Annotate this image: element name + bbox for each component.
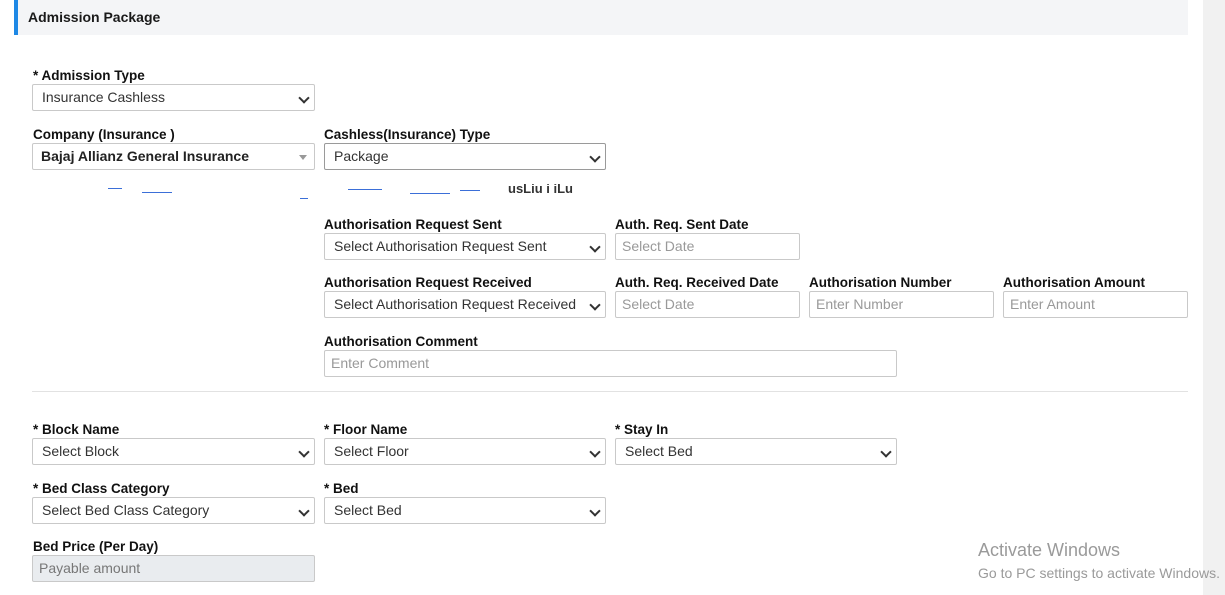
chevron-down-icon bbox=[589, 299, 601, 311]
admission-type-select[interactable]: Insurance Cashless bbox=[32, 84, 315, 111]
activation-watermark-subtitle: Go to PC settings to activate Windows. bbox=[978, 565, 1220, 581]
floor-value: Select Floor bbox=[334, 443, 409, 459]
floor-select[interactable]: Select Floor bbox=[324, 438, 606, 465]
block-value: Select Block bbox=[42, 443, 120, 459]
caret-down-icon bbox=[299, 155, 307, 160]
auth-sent-value: Select Authorisation Request Sent bbox=[334, 238, 547, 254]
cashless-type-select[interactable]: Package bbox=[324, 143, 606, 170]
chevron-down-icon bbox=[589, 505, 601, 517]
auth-sent-date-label: Auth. Req. Sent Date bbox=[615, 217, 749, 232]
company-label: Company (Insurance ) bbox=[33, 127, 175, 142]
auth-sent-select[interactable]: Select Authorisation Request Sent bbox=[324, 233, 606, 260]
auth-number-label: Authorisation Number bbox=[809, 275, 952, 290]
stay-in-value: Select Bed bbox=[625, 443, 693, 459]
block-label: * Block Name bbox=[33, 422, 120, 437]
stay-in-select[interactable]: Select Bed bbox=[615, 438, 897, 465]
chevron-down-icon bbox=[298, 505, 310, 517]
auth-sent-date-placeholder: Select Date bbox=[622, 238, 695, 254]
bed-class-value: Select Bed Class Category bbox=[42, 502, 210, 518]
chevron-down-icon bbox=[880, 446, 892, 458]
chevron-down-icon bbox=[589, 151, 601, 163]
auth-comment-placeholder: Enter Comment bbox=[331, 355, 430, 371]
auth-sent-date-input[interactable]: Select Date bbox=[615, 233, 800, 260]
auth-amount-label: Authorisation Amount bbox=[1003, 275, 1145, 290]
admission-type-value: Insurance Cashless bbox=[42, 89, 165, 105]
auth-sent-label: Authorisation Request Sent bbox=[324, 217, 502, 232]
chevron-down-icon bbox=[298, 446, 310, 458]
block-select[interactable]: Select Block bbox=[32, 438, 315, 465]
auth-received-label: Authorisation Request Received bbox=[324, 275, 532, 290]
bed-class-label: * Bed Class Category bbox=[33, 481, 170, 496]
auth-comment-label: Authorisation Comment bbox=[324, 334, 478, 349]
section-header: Admission Package bbox=[14, 0, 1188, 35]
cashless-type-label: Cashless(Insurance) Type bbox=[324, 127, 491, 142]
bed-price-placeholder: Payable amount bbox=[39, 560, 141, 576]
stay-in-label: * Stay In bbox=[615, 422, 669, 437]
section-divider bbox=[32, 391, 1188, 392]
floor-label: * Floor Name bbox=[324, 422, 408, 437]
auth-number-placeholder: Enter Number bbox=[816, 296, 904, 312]
scrollbar-track[interactable] bbox=[1203, 0, 1225, 595]
auth-received-date-label: Auth. Req. Received Date bbox=[615, 275, 779, 290]
company-select[interactable]: Bajaj Allianz General Insurance bbox=[32, 143, 315, 170]
auth-received-date-input[interactable]: Select Date bbox=[615, 291, 800, 318]
auth-number-input[interactable]: Enter Number bbox=[809, 291, 994, 318]
bed-value: Select Bed bbox=[334, 502, 402, 518]
garbled-text: usLiu i iLu bbox=[508, 184, 573, 193]
chevron-down-icon bbox=[589, 446, 601, 458]
bed-class-select[interactable]: Select Bed Class Category bbox=[32, 497, 315, 524]
company-value: Bajaj Allianz General Insurance bbox=[41, 148, 250, 164]
bed-price-label: Bed Price (Per Day) bbox=[33, 539, 159, 554]
chevron-down-icon bbox=[589, 241, 601, 253]
auth-amount-placeholder: Enter Amount bbox=[1010, 296, 1095, 312]
auth-amount-input[interactable]: Enter Amount bbox=[1003, 291, 1188, 318]
section-title: Admission Package bbox=[28, 9, 161, 25]
bed-label: * Bed bbox=[324, 481, 359, 496]
bed-price-input: Payable amount bbox=[32, 555, 315, 582]
admission-type-label: * Admission Type bbox=[33, 68, 145, 83]
auth-received-select[interactable]: Select Authorisation Request Received bbox=[324, 291, 606, 318]
activation-watermark-title: Activate Windows bbox=[978, 540, 1121, 560]
auth-comment-input[interactable]: Enter Comment bbox=[324, 350, 897, 377]
auth-received-value: Select Authorisation Request Received bbox=[334, 296, 577, 312]
auth-received-date-placeholder: Select Date bbox=[622, 296, 695, 312]
cashless-type-value: Package bbox=[334, 148, 389, 164]
chevron-down-icon bbox=[298, 92, 310, 104]
bed-select[interactable]: Select Bed bbox=[324, 497, 606, 524]
